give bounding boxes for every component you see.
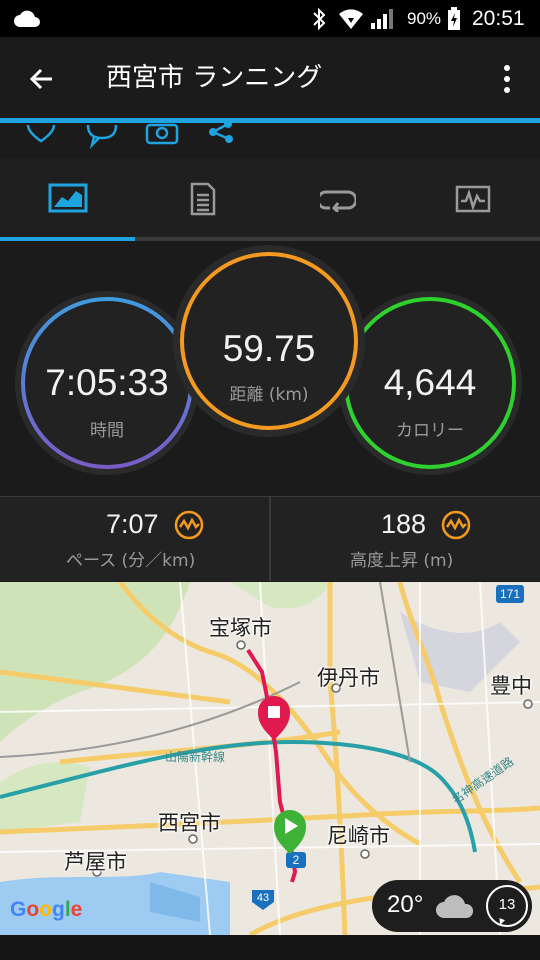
tab-overview[interactable] [0,158,135,240]
heart-icon [26,124,56,143]
calorie-stat: 4,644 カロリー [340,362,520,441]
back-button[interactable] [22,59,62,99]
map-label-amagasaki: 尼崎市 [327,824,390,848]
comment-icon [86,124,118,150]
comment-button[interactable] [86,123,118,153]
wifi-icon [338,0,364,37]
distance-value: 59.75 [222,328,316,369]
status-bar: 90% 20:51 [0,0,540,37]
camera-icon [145,123,179,145]
map-label-takarazuka: 宝塚市 [209,616,272,640]
pace-label: ペース (分／km) [66,551,196,571]
weather-temperature: 20° [387,891,424,918]
document-icon [190,182,215,216]
time-label: 時間 [90,421,124,441]
calorie-value: 4,644 [383,362,477,403]
elevation-label: 高度上昇 (m) [350,551,454,571]
pace-value: 7:07 [106,509,159,539]
cloud-icon [14,0,40,37]
time-value: 7:05:33 [45,362,169,403]
distance-stat: 59.75 距離 (km) [179,328,359,405]
more-options-button[interactable] [492,61,522,97]
page-title: 西宮市 ランニング [106,63,323,93]
like-button[interactable] [26,123,56,149]
tab-details[interactable] [135,158,270,240]
signal-icon [370,0,394,37]
wind-speed: 13 [498,896,516,913]
more-vert-icon [504,65,510,93]
overview-chart-icon [48,183,87,213]
weather-widget[interactable]: 20° 13 [372,880,532,932]
map-label-ashiya: 芦屋市 [64,850,127,874]
distance-label: 距離 (km) [229,385,309,405]
bottom-bar [0,935,540,960]
arrow-left-icon [29,68,52,90]
tab-charts[interactable] [405,158,540,240]
battery-percent: 90% [407,8,442,28]
chart-icon [455,185,490,213]
map-label-toyonaka: 豊中 [490,674,532,698]
action-bar [0,123,540,158]
map-label-itami: 伊丹市 [317,666,380,690]
photo-button[interactable] [145,123,179,151]
google-logo: Google [10,898,83,921]
calorie-label: カロリー [396,421,464,441]
road-badge-43: 43 [256,892,270,904]
clock: 20:51 [472,6,525,30]
map-label-shinkansen: 山陽新幹線 [165,750,226,764]
road-badge-171: 171 [499,587,521,601]
map-label-nishinomiya: 西宮市 [158,811,221,835]
time-stat: 7:05:33 時間 [17,362,197,441]
share-button[interactable] [206,123,236,147]
laps-icon [319,190,356,212]
app-bar: 西宮市 ランニング [0,37,540,120]
elevation-value: 188 [381,509,427,539]
bluetooth-icon [311,0,327,37]
tab-laps[interactable] [270,158,405,240]
metrics-divider [269,497,271,581]
elevation-trend-icon[interactable] [441,510,471,540]
road-badge-2: 2 [292,853,300,867]
cloudy-icon [436,895,474,918]
pace-trend-icon[interactable] [174,510,204,540]
battery-charging-icon [447,0,461,37]
share-icon [209,123,233,143]
tab-bar [0,158,540,240]
